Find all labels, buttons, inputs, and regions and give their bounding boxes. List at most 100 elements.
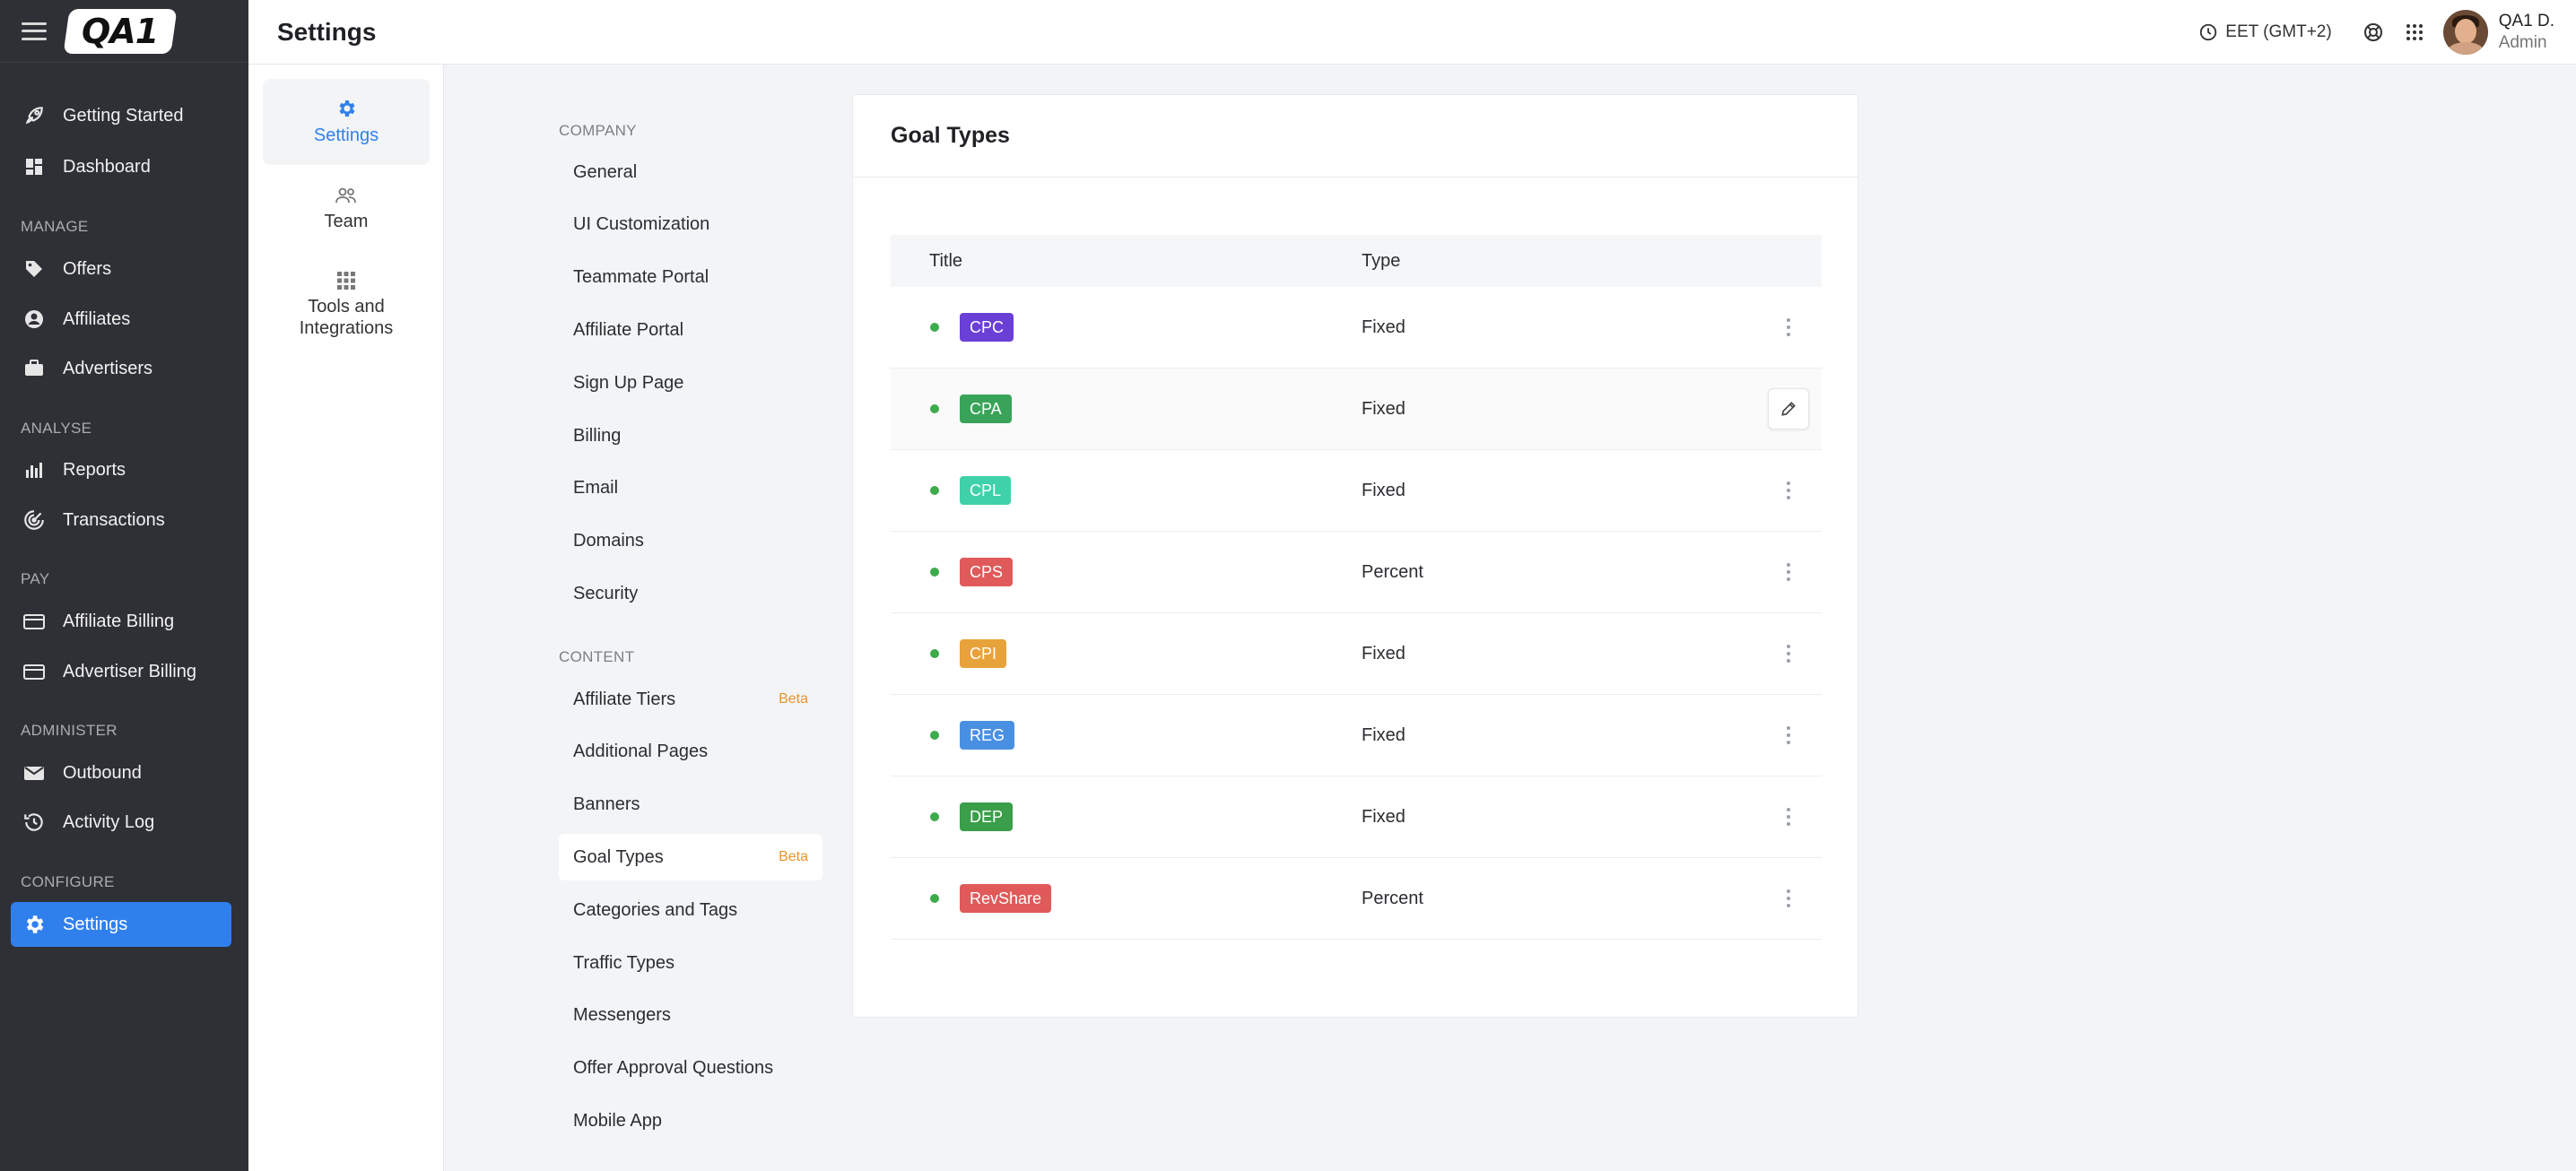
goal-type-badge: RevShare	[960, 884, 1052, 913]
table-header: Title Type	[891, 235, 1822, 287]
logo-text: QA1	[82, 11, 159, 51]
menu-item-general[interactable]: General	[559, 149, 822, 195]
user-role: Admin	[2498, 33, 2547, 52]
sidebar-item-label: Offers	[63, 258, 112, 279]
credit-card-icon	[22, 659, 47, 684]
settings-subnav: Settings Team Tools and Integrations	[248, 65, 444, 1171]
timezone-selector[interactable]: EET (GMT+2)	[2198, 22, 2332, 42]
menu-item-security[interactable]: Security	[559, 570, 822, 617]
menu-item-domains[interactable]: Domains	[559, 518, 822, 565]
goal-type-value: Percent	[1362, 888, 1423, 908]
subnav-item-settings[interactable]: Settings	[263, 79, 430, 165]
menu-item-affiliate-tiers[interactable]: Affiliate Tiers Beta	[559, 676, 822, 723]
rocket-icon	[22, 103, 47, 128]
menu-item-billing[interactable]: Billing	[559, 412, 822, 459]
menu-item-sign-up-page[interactable]: Sign Up Page	[559, 360, 822, 406]
menu-toggle-icon[interactable]	[22, 22, 47, 40]
sidebar-item-dashboard[interactable]: Dashboard	[11, 144, 231, 189]
more-options-icon[interactable]	[1768, 796, 1809, 837]
sidebar-item-reports[interactable]: Reports	[11, 447, 231, 492]
mail-icon	[22, 760, 47, 785]
more-options-icon[interactable]	[1768, 470, 1809, 511]
menu-item-label: Traffic Types	[573, 952, 675, 973]
table-row[interactable]: CPL Fixed	[891, 450, 1822, 532]
sidebar-item-affiliate-billing[interactable]: Affiliate Billing	[11, 599, 231, 644]
table-row[interactable]: RevShare Percent	[891, 858, 1822, 940]
table-row[interactable]: CPI Fixed	[891, 613, 1822, 695]
sidebar-item-transactions[interactable]: Transactions	[11, 498, 231, 542]
sidebar-section-manage: MANAGE	[21, 218, 89, 235]
sidebar-item-getting-started[interactable]: Getting Started	[11, 93, 231, 138]
table-row[interactable]: CPA Fixed	[891, 369, 1822, 450]
sidebar-item-advertisers[interactable]: Advertisers	[11, 346, 231, 391]
sidebar-item-label: Advertiser Billing	[63, 661, 196, 681]
table-row[interactable]: DEP Fixed	[891, 776, 1822, 858]
menu-item-banners[interactable]: Banners	[559, 782, 822, 828]
apps-grid-icon[interactable]	[2402, 20, 2427, 45]
sidebar-section-analyse: ANALYSE	[21, 420, 92, 437]
subnav-item-team[interactable]: Team	[263, 178, 430, 240]
menu-item-label: Sign Up Page	[573, 372, 684, 393]
goal-type-badge: CPA	[960, 395, 1012, 423]
edit-icon[interactable]	[1768, 388, 1809, 429]
clock-icon	[2200, 23, 2217, 41]
more-options-icon[interactable]	[1768, 715, 1809, 756]
menu-item-ui-customization[interactable]: UI Customization	[559, 202, 822, 248]
card-title: Goal Types	[891, 123, 1010, 148]
app-logo[interactable]: QA1	[63, 8, 178, 54]
goal-type-badge: CPS	[960, 558, 1014, 586]
menu-group-company: COMPANY	[559, 122, 637, 139]
subnav-label-team: Team	[324, 212, 369, 231]
status-dot	[930, 404, 939, 413]
menu-item-additional-pages[interactable]: Additional Pages	[559, 729, 822, 776]
team-icon	[335, 187, 356, 204]
tag-icon	[22, 256, 47, 282]
menu-item-teammate-portal[interactable]: Teammate Portal	[559, 255, 822, 301]
table-row[interactable]: CPS Percent	[891, 532, 1822, 613]
sidebar-item-activity-log[interactable]: Activity Log	[11, 800, 231, 845]
goal-types-table: Title Type CPC Fixed CPA Fixed CPL Fixed CPS Pe…	[891, 235, 1822, 940]
menu-item-label: Offer Approval Questions	[573, 1058, 774, 1079]
more-options-icon[interactable]	[1768, 307, 1809, 348]
menu-group-content: CONTENT	[559, 648, 635, 665]
goal-type-value: Fixed	[1362, 398, 1405, 419]
goal-type-value: Fixed	[1362, 317, 1405, 337]
menu-item-label: Mobile App	[573, 1110, 662, 1131]
table-row[interactable]: REG Fixed	[891, 695, 1822, 776]
topbar-actions: EET (GMT+2) QA1 D. Admin	[2198, 0, 2576, 65]
goal-type-badge: CPL	[960, 476, 1012, 505]
gear-icon	[339, 100, 355, 117]
goal-type-value: Fixed	[1362, 724, 1405, 745]
sidebar-item-settings[interactable]: Settings	[11, 902, 231, 947]
sidebar-item-outbound[interactable]: Outbound	[11, 750, 231, 795]
help-icon[interactable]	[2361, 20, 2386, 45]
menu-item-goal-types[interactable]: Goal Types Beta	[559, 834, 822, 881]
goal-type-badge: CPC	[960, 313, 1014, 342]
goal-type-badge: CPI	[960, 639, 1007, 668]
menu-item-label: Goal Types	[573, 846, 664, 867]
menu-item-messengers[interactable]: Messengers	[559, 993, 822, 1039]
user-info[interactable]: QA1 D. Admin	[2499, 11, 2554, 54]
beta-badge: Beta	[779, 849, 808, 865]
more-options-icon[interactable]	[1768, 633, 1809, 674]
menu-item-affiliate-portal[interactable]: Affiliate Portal	[559, 307, 822, 353]
sidebar-item-label: Dashboard	[63, 156, 151, 177]
menu-item-email[interactable]: Email	[559, 465, 822, 512]
sidebar-item-offers[interactable]: Offers	[11, 247, 231, 291]
status-dot	[930, 323, 939, 332]
table-row[interactable]: CPC Fixed	[891, 287, 1822, 369]
main-sidebar: QA1 Getting Started Dashboard MANAGE Offers…	[0, 0, 248, 1171]
menu-item-categories-and-tags[interactable]: Categories and Tags	[559, 887, 822, 933]
more-options-icon[interactable]	[1768, 878, 1809, 919]
gear-icon	[22, 912, 47, 937]
more-options-icon[interactable]	[1768, 551, 1809, 593]
sidebar-item-advertiser-billing[interactable]: Advertiser Billing	[11, 649, 231, 694]
sidebar-item-affiliates[interactable]: Affiliates	[11, 297, 231, 342]
menu-item-offer-approval-questions[interactable]: Offer Approval Questions	[559, 1045, 822, 1092]
sidebar-item-label: Outbound	[63, 762, 142, 783]
dashboard-icon	[22, 154, 47, 179]
subnav-item-tools[interactable]: Tools and Integrations	[263, 260, 430, 350]
avatar[interactable]	[2442, 10, 2488, 55]
menu-item-traffic-types[interactable]: Traffic Types	[559, 940, 822, 986]
menu-item-mobile-app[interactable]: Mobile App	[559, 1097, 822, 1144]
